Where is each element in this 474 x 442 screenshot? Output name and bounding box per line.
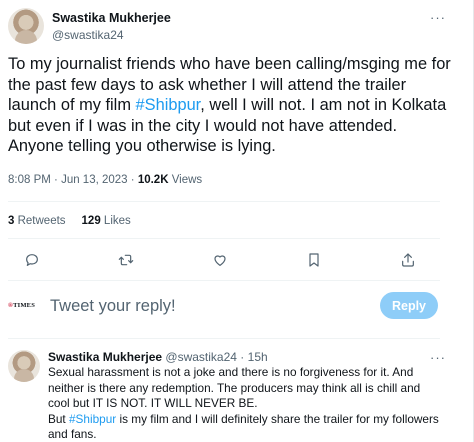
tweet-date[interactable]: Jun 13, 2023 <box>61 174 128 186</box>
more-options-icon[interactable]: ··· <box>428 10 448 26</box>
retweets-stat[interactable]: 3 Retweets <box>8 215 66 227</box>
tweet-time[interactable]: 8:08 PM <box>8 174 51 186</box>
views-label: Views <box>171 174 203 186</box>
author-name[interactable]: Swastika Mukherjee <box>52 11 171 25</box>
divider <box>8 338 440 339</box>
tweet-stats: 3 Retweets 129 Likes <box>8 215 131 227</box>
reply-button[interactable]: Reply <box>380 292 438 319</box>
divider <box>8 280 440 281</box>
retweets-label: Retweets <box>17 215 66 227</box>
retweets-count: 3 <box>8 215 15 227</box>
share-icon[interactable] <box>396 248 420 272</box>
tweet-page: Swastika Mukherjee @swastika24 ··· To my… <box>0 0 474 442</box>
author-handle[interactable]: @swastika24 <box>52 28 124 42</box>
avatar[interactable] <box>8 350 40 382</box>
reply-line2: But #Shibpur is my film and I will defin… <box>48 411 439 442</box>
times-logo: ®TIMES <box>8 302 36 309</box>
reply-composer: ®TIMES Reply <box>8 290 440 322</box>
reply-icon[interactable] <box>20 248 44 272</box>
likes-count: 129 <box>81 215 101 227</box>
likes-stat[interactable]: 129 Likes <box>82 215 131 227</box>
bookmark-icon[interactable] <box>302 248 326 272</box>
reply-input[interactable] <box>50 297 350 316</box>
reply-author-name[interactable]: Swastika Mukherjee <box>48 350 162 364</box>
reply-line1: Sexual harassment is not a joke and ther… <box>48 365 421 410</box>
more-options-icon[interactable]: ··· <box>428 350 448 366</box>
avatar[interactable] <box>8 8 44 44</box>
like-icon[interactable] <box>208 248 232 272</box>
reply-age[interactable]: 15h <box>248 350 268 364</box>
views-count: 10.2K <box>137 174 169 186</box>
hashtag-link[interactable]: #Shibpur <box>136 96 201 114</box>
tweet-text: To my journalist friends who have been c… <box>8 54 454 157</box>
reply-text: Sexual harassment is not a joke and ther… <box>48 365 440 442</box>
separator: · <box>240 350 245 364</box>
tweet-header: Swastika Mukherjee @swastika24 ··· <box>8 6 448 46</box>
likes-label: Likes <box>103 215 131 227</box>
action-bar <box>20 248 420 272</box>
retweet-icon[interactable] <box>114 248 138 272</box>
reply-author-handle[interactable]: @swastika24 <box>165 350 237 364</box>
reply-header: Swastika Mukherjee @swastika24 · 15h <box>48 350 268 364</box>
divider <box>8 238 440 239</box>
hashtag-link[interactable]: #Shibpur <box>69 412 116 426</box>
tweet-meta: 8:08 PM · Jun 13, 2023 · 10.2K Views <box>8 174 203 186</box>
divider <box>8 201 440 202</box>
